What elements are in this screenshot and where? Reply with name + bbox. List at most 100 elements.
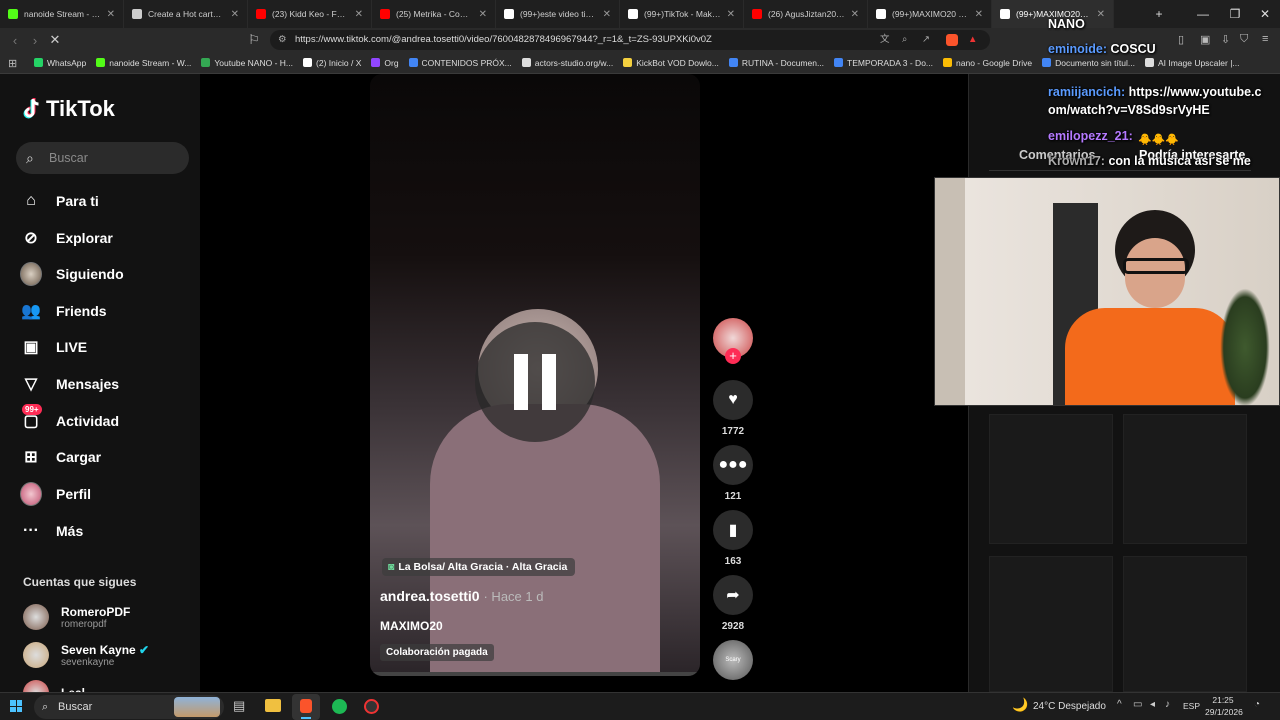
vpn-icon[interactable]: ⛉	[1240, 33, 1248, 46]
tiktok-logo[interactable]: TikTok	[22, 96, 115, 122]
back-icon[interactable]: ‹	[5, 33, 25, 48]
heart-icon[interactable]: ♥	[713, 380, 753, 420]
browser-tab[interactable]: (26) AgusJiztan2008 - GOF ✕	[744, 0, 868, 28]
music-disc-icon[interactable]: Scary	[713, 640, 753, 680]
bookmark-item[interactable]: RUTINA - Documen...	[728, 58, 824, 68]
notification-bell-icon[interactable]: ◔	[1254, 699, 1260, 710]
minimize-button[interactable]: —	[1186, 0, 1220, 28]
translate-icon[interactable]: 文	[880, 30, 890, 50]
browser-tab[interactable]: (99+)MAXIMO20 | maxim ✕	[868, 0, 992, 28]
download-icon[interactable]: ⇩	[1221, 33, 1230, 46]
nav-item-para-ti[interactable]: ⌂ Para ti	[20, 188, 99, 214]
tab-close-icon[interactable]: ✕	[603, 9, 611, 20]
like-action[interactable]: ♥ 1772	[713, 380, 753, 437]
tab-close-icon[interactable]: ✕	[231, 9, 239, 20]
bookmark-item[interactable]: Documento sin títul...	[1042, 58, 1135, 68]
bookmark-item[interactable]: KickBot VOD Dowlo...	[623, 58, 719, 68]
clock[interactable]: 21:25 29/1/2026	[1205, 694, 1243, 718]
tab-close-icon[interactable]: ✕	[107, 9, 115, 20]
bookmark-item[interactable]: actors-studio.org/w...	[521, 58, 613, 68]
video-progress-bar[interactable]	[370, 672, 700, 676]
weather-icon[interactable]: 🌙	[1012, 697, 1028, 713]
taskbar-search[interactable]: ⌕ Buscar	[34, 695, 224, 719]
suggested-video-tile[interactable]	[1123, 414, 1247, 544]
share-action[interactable]: ➦ 2928	[713, 575, 753, 632]
new-tab-button[interactable]: +	[1142, 0, 1176, 28]
bookmark-item[interactable]: Org	[371, 58, 399, 68]
brave-rewards-icon[interactable]: ▲	[968, 30, 977, 50]
follow-plus-icon[interactable]: +	[725, 348, 741, 364]
obs-icon[interactable]	[364, 699, 379, 714]
tray-network-icon[interactable]: ▭	[1133, 699, 1142, 710]
bookmark-item[interactable]: nanoide Stream - W...	[96, 58, 191, 68]
url-field[interactable]: ⚙ https://www.tiktok.com/@andrea.tosetti…	[270, 30, 990, 50]
bookmark-item[interactable]: WhatsApp	[34, 58, 86, 68]
bookmark-item[interactable]: Youtube NANO - H...	[201, 58, 293, 68]
stop-loading-icon[interactable]: ✕	[45, 32, 65, 48]
browser-tab[interactable]: Create a Hot cartoon wom ✕	[124, 0, 248, 28]
browser-tab[interactable]: (25) Metrika - Conejita Pla ✕	[372, 0, 496, 28]
following-account[interactable]: Seven Kayne ✔ sevenkayne	[23, 642, 149, 668]
suggested-video-tile[interactable]	[1123, 556, 1247, 692]
language-indicator[interactable]: ESP	[1183, 701, 1200, 711]
following-account[interactable]: RomeroPDF romeropdf	[23, 604, 130, 630]
brave-shields-icon[interactable]	[946, 34, 958, 46]
menu-icon[interactable]: ≡	[1262, 33, 1268, 45]
tray-speaker-icon[interactable]: ◂	[1150, 699, 1155, 710]
forward-icon[interactable]: ›	[25, 33, 45, 48]
nav-item-actividad[interactable]: ▢ 99+ Actividad	[20, 404, 119, 434]
maximize-button[interactable]: ❐	[1218, 0, 1252, 28]
tab-close-icon[interactable]: ✕	[727, 9, 735, 20]
brave-taskbar-item[interactable]	[292, 694, 320, 720]
file-explorer-icon[interactable]	[265, 699, 281, 712]
share-icon[interactable]: ↗	[922, 30, 930, 50]
bookmark-item[interactable]: CONTENIDOS PRÓX...	[408, 58, 512, 68]
close-window-button[interactable]: ✕	[1248, 0, 1280, 28]
tray-mic-icon[interactable]: ♪	[1165, 699, 1170, 710]
browser-tab[interactable]: (99+)TikTok - Make Your D ✕	[620, 0, 744, 28]
sidebar-icon[interactable]: ▯	[1178, 33, 1184, 46]
tab-close-icon[interactable]: ✕	[851, 9, 859, 20]
start-icon[interactable]	[10, 700, 22, 712]
spotify-icon[interactable]	[332, 699, 347, 714]
video-player[interactable]: ◙ La Bolsa/ Alta Gracia · Alta Gracia an…	[370, 74, 700, 676]
suggested-video-tile[interactable]	[989, 556, 1113, 692]
tray-chevron-icon[interactable]: ^	[1117, 699, 1122, 710]
author-avatar-action[interactable]: +	[713, 318, 753, 364]
browser-tab[interactable]: nanoide Stream - Wat ✕	[0, 0, 124, 28]
browser-tab[interactable]: (23) Kidd Keo - Foreign | A ✕	[248, 0, 372, 28]
tab-close-icon[interactable]: ✕	[975, 9, 983, 20]
video-author[interactable]: andrea.tosetti0	[380, 588, 480, 604]
comment-action[interactable]: ●●● 121	[713, 445, 753, 502]
wallet-icon[interactable]: ▣	[1200, 33, 1210, 46]
zoom-icon[interactable]: ⌕	[902, 30, 907, 50]
bookmark-item[interactable]: (2) Inicio / X	[303, 58, 361, 68]
bookmark-item[interactable]: AI Image Upscaler |...	[1144, 58, 1240, 68]
nav-item-mensajes[interactable]: ▽ Mensajes	[20, 371, 119, 397]
bookmark-icon[interactable]: ⚐	[244, 32, 264, 48]
nav-item-cargar[interactable]: ⊞ Cargar	[20, 444, 101, 470]
nav-item-siguiendo[interactable]: Siguiendo	[20, 261, 124, 287]
share-arrow-icon[interactable]: ➦	[713, 575, 753, 615]
bookmark-item[interactable]: TEMPORADA 3 - Do...	[834, 58, 933, 68]
apps-grid-icon[interactable]: ⊞	[8, 57, 17, 70]
nav-item-friends[interactable]: 👥 Friends	[20, 298, 107, 324]
tab-close-icon[interactable]: ✕	[479, 9, 487, 20]
tab-close-icon[interactable]: ✕	[1097, 9, 1105, 20]
comment-icon[interactable]: ●●●	[713, 445, 753, 485]
nav-item-perfil[interactable]: Perfil	[20, 481, 91, 507]
nav-item-m-s[interactable]: ··· Más	[20, 518, 83, 544]
music-disc[interactable]: Scary	[713, 640, 753, 680]
tab-close-icon[interactable]: ✕	[355, 9, 363, 20]
pause-button[interactable]	[475, 322, 595, 442]
bookmark-item[interactable]: nano - Google Drive	[943, 58, 1032, 68]
task-view-icon[interactable]: ▤	[233, 698, 245, 714]
weather-text[interactable]: 24°C Despejado	[1033, 701, 1106, 712]
browser-tab[interactable]: (99+)este video tiene un A ✕	[496, 0, 620, 28]
location-tag[interactable]: ◙ La Bolsa/ Alta Gracia · Alta Gracia	[382, 558, 576, 576]
save-action[interactable]: ▮ 163	[713, 510, 753, 567]
suggested-video-tile[interactable]	[989, 414, 1113, 544]
nav-item-explorar[interactable]: ⊘ Explorar	[20, 225, 113, 251]
bookmark-save-icon[interactable]: ▮	[713, 510, 753, 550]
site-info-icon[interactable]: ⚙	[278, 30, 287, 50]
